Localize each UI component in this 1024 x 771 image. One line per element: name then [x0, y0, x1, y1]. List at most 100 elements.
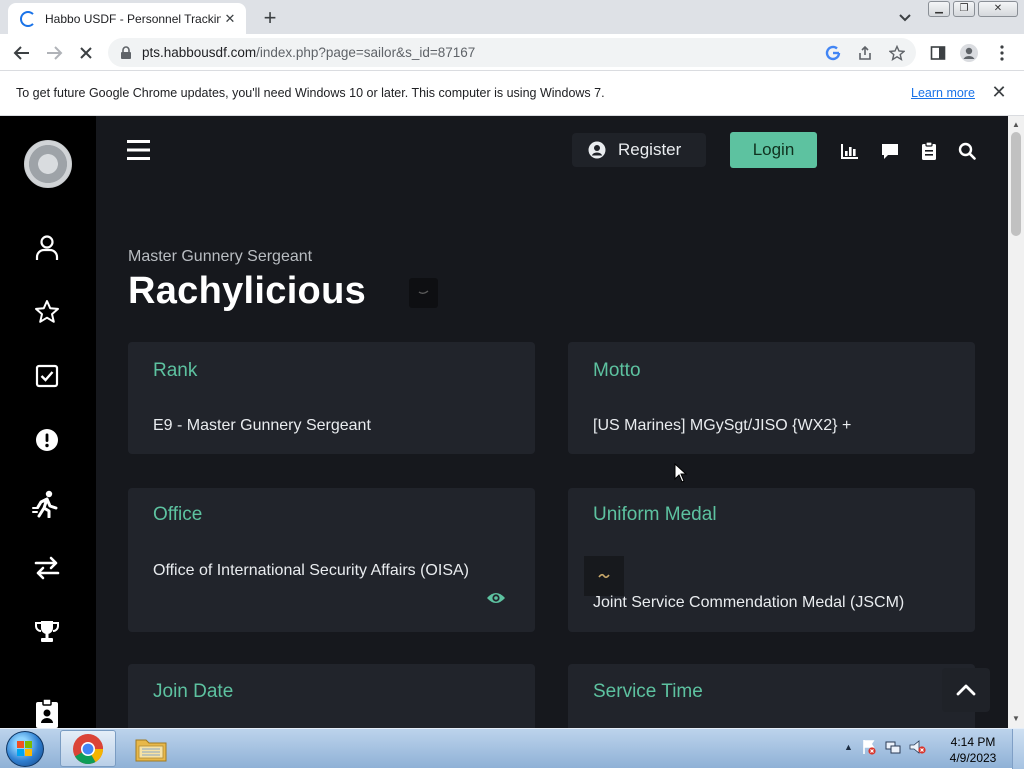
usdf-seal-logo[interactable]	[24, 140, 72, 188]
scroll-down-arrow-icon[interactable]: ▼	[1012, 714, 1020, 723]
arrow-left-icon	[13, 46, 29, 60]
motto-card-label: Motto	[593, 360, 641, 381]
profile-rank-title: Master Gunnery Sergeant	[128, 248, 313, 265]
arrow-right-icon	[47, 46, 63, 60]
join-date-card-label: Join Date	[153, 681, 234, 702]
chrome-menu-button[interactable]	[990, 41, 1014, 65]
profile-button[interactable]	[957, 41, 981, 65]
action-center-flag-icon[interactable]	[861, 739, 877, 755]
restore-button[interactable]: ❐	[953, 1, 975, 17]
address-bar[interactable]: pts.habbousdf.com/index.php?page=sailor&…	[108, 38, 916, 67]
tab-title: Habbo USDF - Personnel Tracking	[45, 11, 221, 26]
clock-time: 4:14 PM	[950, 735, 996, 749]
windows-taskbar: ▲ 4:14 PM 4/9/2023	[0, 728, 1024, 769]
profile-name: Rachylicious	[128, 270, 367, 312]
running-person-icon	[32, 490, 58, 518]
scroll-up-arrow-icon[interactable]: ▲	[1012, 120, 1020, 129]
register-label: Register	[618, 140, 682, 159]
clipboard-icon	[922, 141, 936, 160]
alert-circle-icon	[36, 429, 58, 451]
learn-more-link[interactable]: Learn more	[911, 86, 975, 100]
page-scrollbar[interactable]: ▲ ▼	[1008, 116, 1024, 728]
minimize-button[interactable]: ▁	[928, 1, 950, 17]
profile-avatar-icon	[960, 44, 978, 62]
clock-date: 4/9/2023	[949, 751, 997, 765]
sidebar-item-favorites[interactable]	[30, 295, 64, 329]
stats-button[interactable]	[840, 141, 860, 161]
rank-card-value: E9 - Master Gunnery Sergeant	[153, 417, 371, 434]
show-desktop-button[interactable]	[1012, 729, 1024, 769]
lock-icon[interactable]	[120, 46, 132, 60]
habbo-avatar-image	[409, 278, 438, 308]
tab-close-icon[interactable]: ✕	[222, 11, 238, 27]
office-card-value: Office of International Security Affairs…	[153, 562, 469, 579]
uniform-medal-card: Uniform Medal Joint Service Commendation…	[568, 488, 975, 632]
update-infobar: To get future Google Chrome updates, you…	[0, 72, 1024, 116]
uniform-medal-card-label: Uniform Medal	[593, 504, 717, 525]
scroll-to-top-button[interactable]	[942, 668, 990, 712]
uniform-medal-card-value: Joint Service Commendation Medal (JSCM)	[593, 594, 905, 611]
search-button[interactable]	[957, 141, 977, 161]
new-tab-button[interactable]: +	[260, 5, 280, 31]
forward-button[interactable]	[42, 41, 66, 65]
window-close-button[interactable]: ✕	[978, 1, 1018, 17]
tray-expand-icon[interactable]: ▲	[844, 742, 853, 752]
login-button[interactable]: Login	[730, 132, 817, 168]
side-panel-button[interactable]	[926, 41, 950, 65]
tab-search-chevron-icon[interactable]	[896, 8, 914, 26]
url-text: pts.habbousdf.com/index.php?page=sailor&…	[142, 45, 476, 60]
folder-icon	[135, 739, 167, 762]
swap-arrows-icon	[34, 556, 60, 580]
sidebar-item-alerts[interactable]	[30, 423, 64, 457]
check-square-icon	[35, 364, 59, 388]
user-circle-icon	[588, 141, 606, 159]
kebab-menu-icon	[1000, 45, 1004, 61]
sidebar-item-badge[interactable]	[30, 696, 64, 728]
messages-button[interactable]	[880, 141, 900, 161]
star-icon	[35, 300, 59, 323]
taskbar-explorer-button[interactable]	[122, 730, 178, 767]
scroll-thumb[interactable]	[1011, 132, 1021, 236]
browser-tab[interactable]: Habbo USDF - Personnel Tracking ✕	[8, 3, 246, 34]
windows-start-button[interactable]	[6, 731, 44, 767]
google-translate-icon[interactable]	[824, 44, 842, 62]
sidebar-item-awards[interactable]	[30, 615, 64, 649]
rank-card-label: Rank	[153, 360, 198, 381]
share-icon[interactable]	[856, 44, 874, 62]
clipboard-button[interactable]	[919, 141, 939, 161]
sidebar-item-tasks[interactable]	[30, 359, 64, 393]
sidebar-item-activity[interactable]	[30, 487, 64, 521]
trophy-icon	[35, 621, 59, 642]
taskbar-clock[interactable]: 4:14 PM 4/9/2023	[940, 734, 1006, 766]
bookmark-star-icon[interactable]	[888, 44, 906, 62]
sidebar-item-profile[interactable]	[30, 231, 64, 265]
sidebar	[0, 116, 96, 728]
infobar-close-icon[interactable]: ✕	[990, 82, 1008, 103]
back-button[interactable]	[10, 41, 34, 65]
loading-spinner-icon	[20, 10, 36, 27]
register-button[interactable]: Register	[572, 133, 706, 167]
search-icon	[958, 142, 976, 160]
motto-card: Motto [US Marines] MGySgt/JISO {WX2} +	[568, 342, 975, 454]
eye-icon[interactable]	[486, 589, 506, 607]
service-time-card-label: Service Time	[593, 681, 703, 702]
stop-loading-button[interactable]	[74, 41, 98, 65]
chrome-logo-icon	[73, 734, 104, 765]
sidebar-item-transfers[interactable]	[30, 551, 64, 585]
browser-toolbar: pts.habbousdf.com/index.php?page=sailor&…	[0, 34, 1024, 71]
service-time-card: Service Time	[568, 664, 975, 728]
medal-ribbon-image	[584, 556, 624, 596]
chevron-up-icon	[956, 684, 976, 696]
rank-card: Rank E9 - Master Gunnery Sergeant	[128, 342, 535, 454]
infobar-message: To get future Google Chrome updates, you…	[16, 86, 605, 100]
menu-icon[interactable]	[127, 140, 151, 160]
volume-muted-icon[interactable]	[909, 739, 927, 755]
bar-chart-icon	[841, 144, 858, 159]
taskbar-chrome-button[interactable]	[60, 730, 116, 767]
user-icon	[35, 235, 59, 260]
system-tray: ▲	[844, 739, 927, 755]
web-page: Register Login Master Gunnery Sergeant R…	[0, 116, 1008, 728]
chat-icon	[882, 144, 898, 159]
side-panel-icon	[930, 46, 946, 60]
network-icon[interactable]	[885, 739, 901, 755]
